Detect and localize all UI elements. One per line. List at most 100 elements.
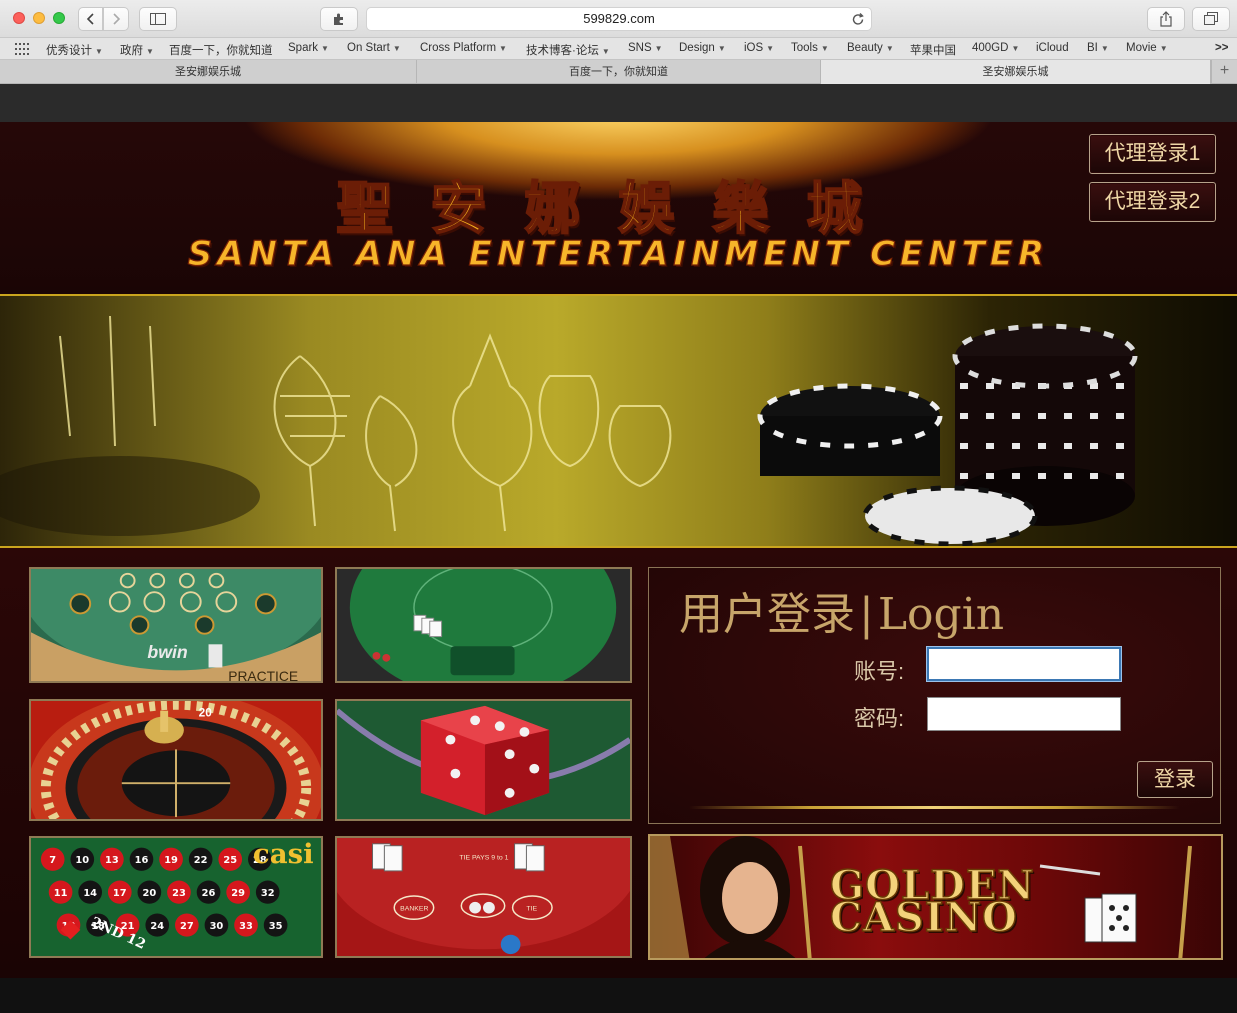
chevron-down-icon: ▼ xyxy=(1159,44,1168,53)
bookmark-item[interactable]: 优秀设计 ▼ xyxy=(46,42,103,58)
site-header: 聖安娜娛樂城 SANTA ANA ENTERTAINMENT CENTER 代理… xyxy=(0,122,1237,296)
bookmark-item[interactable]: 苹果中国 xyxy=(910,42,956,58)
roulette-number-text: 20 xyxy=(143,888,157,899)
tab-2[interactable]: 百度一下，你就知道 xyxy=(417,60,821,84)
game-tile-baccarat[interactable]: bwin PRACTICE xyxy=(29,567,323,683)
zoom-window-button[interactable] xyxy=(53,12,65,24)
tab-bar: 圣安娜娱乐城 百度一下，你就知道 圣安娜娱乐城 + xyxy=(0,60,1237,84)
bookmark-item[interactable]: 政府 ▼ xyxy=(120,42,154,58)
roulette-number-text: 26 xyxy=(202,888,216,899)
golden-casino-banner[interactable]: GOLDEN CASINO xyxy=(648,834,1223,960)
page-top-strip xyxy=(0,84,1237,122)
tab-1[interactable]: 圣安娜娱乐城 xyxy=(0,60,417,84)
chevron-right-icon xyxy=(113,13,121,25)
address-bar[interactable]: 599829.com xyxy=(366,7,872,31)
reload-icon[interactable] xyxy=(851,11,865,27)
chevron-down-icon: ▼ xyxy=(146,47,154,56)
sidebar-toggle-button[interactable] xyxy=(139,7,177,31)
roulette-number-text: 29 xyxy=(231,888,245,899)
bwin-logo-text: bwin xyxy=(147,642,187,662)
roulette-number-text: 27 xyxy=(180,921,194,932)
agent-login-1-button[interactable]: 代理登录1 xyxy=(1089,134,1216,174)
chevron-down-icon: ▼ xyxy=(95,47,103,56)
baccarat-table-image: bwin PRACTICE xyxy=(31,569,321,681)
bookmark-item[interactable]: Beauty ▼ xyxy=(847,42,894,54)
bookmark-item[interactable]: 技术博客·论坛 ▼ xyxy=(526,42,610,58)
password-label: 密码: xyxy=(854,706,905,731)
roulette-number-text: 14 xyxy=(83,888,97,899)
roulette-number-text: 19 xyxy=(164,855,178,866)
browser-titlebar: 599829.com xyxy=(0,0,1237,38)
bookmark-item[interactable]: SNS ▼ xyxy=(628,42,663,54)
tie-payout-text: TIE PAYS 9 to 1 xyxy=(459,854,508,861)
bookmark-item[interactable]: BI ▼ xyxy=(1087,42,1109,54)
extension-button[interactable] xyxy=(320,7,358,31)
bookmark-item[interactable]: Cross Platform ▼ xyxy=(420,42,507,54)
practice-text: PRACTICE xyxy=(228,669,298,681)
roulette-number-text: 35 xyxy=(269,921,283,932)
chevron-down-icon: ▼ xyxy=(885,44,894,53)
game-tile-roulette[interactable]: 20 xyxy=(29,699,323,821)
chevron-down-icon: ▼ xyxy=(820,44,829,53)
roulette-number-text: 13 xyxy=(105,855,119,866)
game-tile-baccarat-red[interactable]: TIE PAYS 9 to 1 BANKER TIE xyxy=(335,836,632,958)
tie-label-text: TIE xyxy=(526,906,537,913)
close-window-button[interactable] xyxy=(13,12,25,24)
chevron-down-icon: ▼ xyxy=(766,44,775,53)
account-label: 账号: xyxy=(854,659,905,684)
bookmark-item[interactable]: Movie ▼ xyxy=(1126,42,1168,54)
share-button[interactable] xyxy=(1147,7,1185,31)
roulette-number-text: 24 xyxy=(150,921,164,932)
logo-english: SANTA ANA ENTERTAINMENT CENTER xyxy=(187,233,1050,274)
banker-label-text: BANKER xyxy=(400,906,428,913)
banner-image xyxy=(0,315,1138,546)
chevron-down-icon: ▼ xyxy=(499,44,507,53)
roulette-number-text: 25 xyxy=(223,855,237,866)
grid-icon[interactable] xyxy=(15,43,29,55)
casino-partial-text: casi xyxy=(253,838,314,870)
chevron-down-icon: ▼ xyxy=(1011,44,1020,53)
puzzle-icon xyxy=(334,13,343,25)
chevron-down-icon: ▼ xyxy=(321,44,329,53)
roulette-number-text: 20 xyxy=(199,707,213,720)
chevron-down-icon: ▼ xyxy=(654,44,663,53)
tabs-icon xyxy=(1204,12,1218,25)
url-text: 599829.com xyxy=(583,11,655,26)
game-tile-roulette-layout[interactable]: 7101316192225281114172023262932121821242… xyxy=(29,836,323,958)
bookmarks-bar: 优秀设计 ▼ 政府 ▼ 百度一下，你就知道 Spark ▼ On Start ▼ Cro… xyxy=(0,38,1237,60)
minimize-window-button[interactable] xyxy=(33,12,45,24)
login-submit-button[interactable]: 登录 xyxy=(1137,761,1213,798)
agent-login-2-button[interactable]: 代理登录2 xyxy=(1089,182,1216,222)
bookmark-item[interactable]: Tools ▼ xyxy=(791,42,829,54)
new-tab-button[interactable]: + xyxy=(1211,60,1237,84)
bookmark-item[interactable]: 400GD ▼ xyxy=(972,42,1019,54)
tab-overview-button[interactable] xyxy=(1192,7,1230,31)
gold-divider xyxy=(689,806,1179,809)
tab-3-active[interactable]: 圣安娜娱乐城 xyxy=(821,60,1211,84)
bookmark-item[interactable]: 百度一下，你就知道 xyxy=(169,42,273,58)
game-tile-card-table[interactable] xyxy=(335,567,632,683)
roulette-number-text: 7 xyxy=(49,855,56,866)
chevron-down-icon: ▼ xyxy=(601,47,610,56)
chevron-down-icon: ▼ xyxy=(717,44,726,53)
games-section: bwin PRACTICE 20 7 10 13 16 19 22 25 28 … xyxy=(0,548,1237,978)
bookmark-item[interactable]: Spark ▼ xyxy=(288,42,329,54)
chevron-down-icon: ▼ xyxy=(1100,44,1109,53)
bookmark-item[interactable]: iCloud xyxy=(1036,42,1069,54)
sidebar-icon xyxy=(150,13,166,25)
account-input[interactable] xyxy=(927,647,1121,681)
dice-image xyxy=(337,701,630,819)
game-tile-dice[interactable] xyxy=(335,699,632,821)
bookmark-item[interactable]: iOS ▼ xyxy=(744,42,774,54)
login-panel: 用户登录|Login 账号: 密码: 登录 xyxy=(648,567,1221,824)
logo-chinese: 聖安娜娛樂城 xyxy=(336,175,901,243)
chevron-down-icon: ▼ xyxy=(392,44,401,53)
bookmarks-overflow-button[interactable]: >> xyxy=(1215,42,1228,54)
bookmark-item[interactable]: On Start ▼ xyxy=(347,42,401,54)
roulette-number-text: 10 xyxy=(75,855,89,866)
password-input[interactable] xyxy=(927,697,1121,731)
back-button[interactable] xyxy=(78,7,103,31)
bookmark-item[interactable]: Design ▼ xyxy=(679,42,726,54)
forward-button[interactable] xyxy=(103,7,129,31)
roulette-layout-image: 7101316192225281114172023262932121821242… xyxy=(31,838,321,956)
